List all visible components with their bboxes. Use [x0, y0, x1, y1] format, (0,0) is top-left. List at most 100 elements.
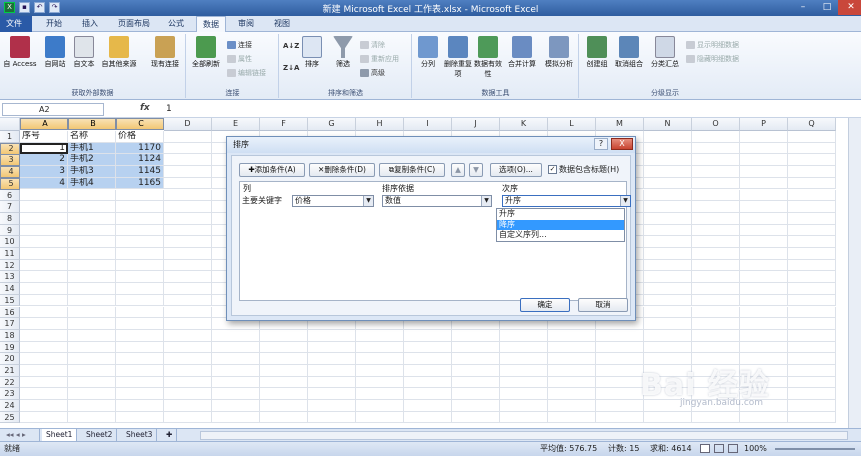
grid-cell[interactable]: [68, 294, 116, 307]
grid-cell[interactable]: [644, 166, 692, 178]
row-header[interactable]: 17: [0, 318, 20, 330]
column-header[interactable]: I: [404, 118, 452, 131]
table-header-cell[interactable]: 序号: [20, 131, 68, 143]
grid-cell[interactable]: [20, 329, 68, 342]
grid-cell[interactable]: [20, 271, 68, 284]
row-header[interactable]: 25: [0, 411, 20, 424]
grid-cell[interactable]: [452, 400, 500, 412]
grid-cell[interactable]: [788, 353, 836, 365]
row-header[interactable]: 16: [0, 306, 20, 319]
grid-cell[interactable]: [596, 388, 644, 401]
grid-cell[interactable]: [788, 306, 836, 319]
grid-cell[interactable]: [500, 400, 548, 412]
grid-cell[interactable]: [68, 224, 116, 237]
grid-cell[interactable]: [164, 236, 212, 248]
grid-cell[interactable]: [788, 271, 836, 284]
row-header[interactable]: 23: [0, 388, 20, 401]
grid-cell[interactable]: [260, 365, 308, 377]
grid-cell[interactable]: [740, 154, 788, 167]
subtotal-button[interactable]: 分类汇总: [648, 36, 682, 69]
grid-cell[interactable]: [644, 201, 692, 213]
sheet-tab-1[interactable]: Sheet1: [42, 429, 78, 441]
ok-button[interactable]: 确定: [520, 298, 570, 312]
grid-cell[interactable]: [260, 376, 308, 389]
grid-cell[interactable]: [68, 365, 116, 377]
grid-cell[interactable]: [692, 154, 740, 167]
grid-cell[interactable]: [164, 166, 212, 178]
table-cell[interactable]: 2: [20, 154, 68, 167]
grid-cell[interactable]: [116, 329, 164, 342]
grid-cell[interactable]: [356, 329, 404, 342]
grid-cell[interactable]: [740, 271, 788, 284]
grid-cell[interactable]: [788, 142, 836, 155]
grid-cell[interactable]: [788, 294, 836, 307]
grid-cell[interactable]: [356, 400, 404, 412]
grid-cell[interactable]: [212, 341, 260, 354]
grid-cell[interactable]: [116, 411, 164, 424]
grid-cell[interactable]: [116, 306, 164, 319]
column-header[interactable]: O: [692, 118, 740, 131]
grid-cell[interactable]: [116, 189, 164, 202]
tab-home[interactable]: 开始: [40, 16, 68, 32]
grid-cell[interactable]: [68, 376, 116, 389]
from-text-button[interactable]: 自文本: [70, 36, 98, 69]
row-header[interactable]: 10: [0, 236, 20, 248]
row-header[interactable]: 19: [0, 341, 20, 354]
grid-cell[interactable]: [260, 353, 308, 365]
insert-function-icon[interactable]: fx: [140, 103, 150, 113]
grid-cell[interactable]: [116, 248, 164, 260]
column-header[interactable]: F: [260, 118, 308, 131]
grid-cell[interactable]: [740, 259, 788, 272]
grid-cell[interactable]: [164, 154, 212, 167]
grid-cell[interactable]: [164, 189, 212, 202]
grid-cell[interactable]: [308, 353, 356, 365]
grid-cell[interactable]: [596, 365, 644, 377]
grid-cell[interactable]: [68, 329, 116, 342]
grid-cell[interactable]: [452, 329, 500, 342]
grid-cell[interactable]: [20, 248, 68, 260]
grid-cell[interactable]: [740, 411, 788, 424]
options-button[interactable]: 选项(O)...: [490, 163, 542, 177]
row-header[interactable]: 8: [0, 212, 20, 225]
minimize-button[interactable]: –: [790, 0, 816, 15]
grid-cell[interactable]: [740, 131, 788, 143]
grid-cell[interactable]: [788, 212, 836, 225]
row-header[interactable]: 7: [0, 201, 20, 213]
grid-cell[interactable]: [596, 353, 644, 365]
grid-cell[interactable]: [164, 212, 212, 225]
grid-cell[interactable]: [164, 271, 212, 284]
grid-cell[interactable]: [692, 411, 740, 424]
grid-cell[interactable]: [212, 400, 260, 412]
tab-formulas[interactable]: 公式: [162, 16, 190, 32]
page-layout-view-icon[interactable]: [714, 444, 724, 453]
column-select[interactable]: 价格 ▼: [292, 195, 374, 207]
zoom-slider[interactable]: [775, 448, 855, 450]
grid-cell[interactable]: [116, 294, 164, 307]
grid-cell[interactable]: [692, 283, 740, 295]
grid-cell[interactable]: [404, 353, 452, 365]
from-access-button[interactable]: 自 Access: [2, 36, 38, 69]
grid-cell[interactable]: [740, 177, 788, 190]
name-box[interactable]: A2: [2, 103, 104, 116]
row-header[interactable]: 22: [0, 376, 20, 389]
row-header[interactable]: 12: [0, 259, 20, 272]
maximize-button[interactable]: □: [814, 0, 840, 15]
row-header[interactable]: 20: [0, 353, 20, 365]
grid-cell[interactable]: [68, 259, 116, 272]
grid-cell[interactable]: [164, 341, 212, 354]
grid-cell[interactable]: [788, 411, 836, 424]
grid-cell[interactable]: [164, 376, 212, 389]
grid-cell[interactable]: [212, 365, 260, 377]
grid-cell[interactable]: [644, 329, 692, 342]
grid-cell[interactable]: [740, 189, 788, 202]
grid-cell[interactable]: [164, 411, 212, 424]
formula-input[interactable]: 1: [166, 104, 172, 114]
from-web-button[interactable]: 自网站: [40, 36, 70, 69]
grid-cell[interactable]: [20, 400, 68, 412]
grid-cell[interactable]: [740, 329, 788, 342]
copy-level-button[interactable]: ⧉复制条件(C): [379, 163, 445, 177]
grid-cell[interactable]: [356, 376, 404, 389]
grid-cell[interactable]: [404, 365, 452, 377]
filter-button[interactable]: 筛选: [330, 36, 356, 69]
vertical-scrollbar[interactable]: [848, 118, 861, 428]
